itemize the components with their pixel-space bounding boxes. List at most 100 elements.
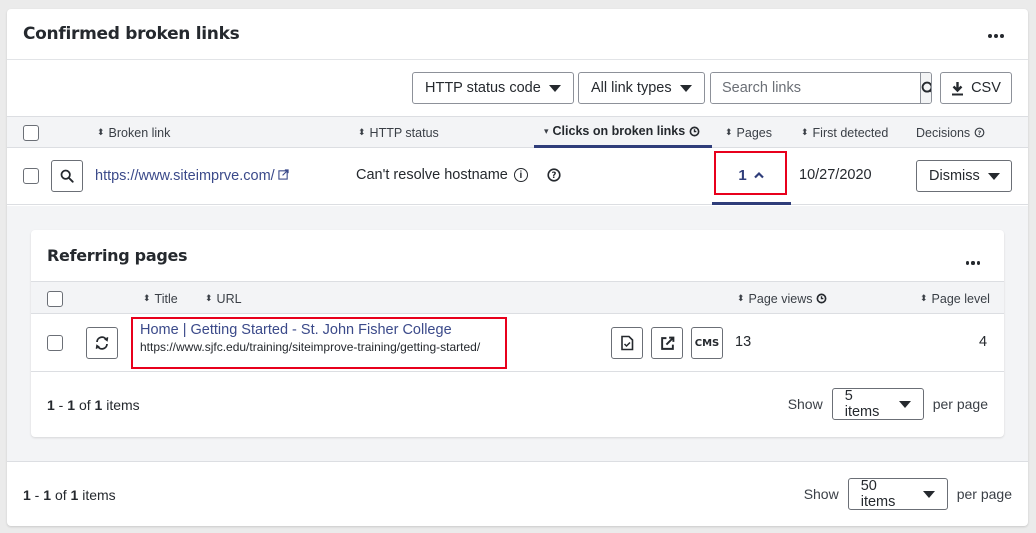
- sort-icon: ⬍: [97, 127, 105, 137]
- svg-text:?: ?: [552, 171, 557, 181]
- expanded-row: Referring pages ⬍ Title ⬍ URL ⬍ Page views …: [7, 206, 1028, 462]
- sort-descending-icon: ▾: [544, 125, 549, 136]
- download-icon: [952, 81, 964, 95]
- show-label: Show: [787, 396, 823, 412]
- cms-button[interactable]: CMS: [691, 327, 723, 359]
- highlight-box: [131, 317, 507, 369]
- csv-label: CSV: [971, 80, 1001, 96]
- open-external-icon: [660, 336, 674, 350]
- search-box: [710, 72, 932, 104]
- column-label: Page level: [931, 291, 990, 306]
- help-icon[interactable]: ?: [547, 168, 561, 182]
- csv-download-button[interactable]: CSV: [940, 72, 1012, 104]
- open-page-button[interactable]: [651, 327, 683, 359]
- select-all-checkbox[interactable]: [23, 124, 39, 141]
- column-label: Page views: [748, 291, 813, 306]
- decision-dropdown[interactable]: Dismiss: [916, 160, 1012, 192]
- column-page-views[interactable]: ⬍ Page views: [737, 282, 827, 315]
- table-header: ⬍ Broken link ⬍ HTTP status ▾ Clicks on bro…: [7, 117, 1028, 148]
- column-title[interactable]: ⬍ Title: [143, 282, 178, 315]
- pager-summary: 1 - 1 of 1 items: [47, 397, 140, 413]
- ellipsis-icon[interactable]: [966, 258, 980, 268]
- main-pager: 1 - 1 of 1 items Show 50 items per page: [7, 462, 1028, 526]
- column-label: Broken link: [108, 125, 171, 140]
- column-label: First detected: [812, 125, 889, 140]
- column-label: URL: [216, 291, 242, 306]
- sort-icon: ⬍: [358, 127, 366, 137]
- info-icon[interactable]: i: [513, 168, 528, 182]
- highlight-box: [714, 151, 787, 195]
- broken-link-url[interactable]: https://www.siteimprve.com/: [95, 168, 275, 184]
- row-checkbox[interactable]: [47, 335, 63, 351]
- page-report-icon: [621, 335, 634, 351]
- per-page-value: 50 items: [860, 478, 896, 510]
- table-row: https://www.siteimprve.com/ Can't resolv…: [7, 148, 1028, 205]
- caret-down-icon: [548, 84, 561, 92]
- help-icon: ?: [974, 127, 985, 138]
- page-level-value: 4: [979, 334, 988, 350]
- caret-down-icon: [898, 400, 911, 408]
- search-button[interactable]: [920, 73, 931, 103]
- sort-icon: ⬍: [205, 293, 213, 303]
- column-label: Pages: [736, 125, 772, 140]
- external-link-icon[interactable]: [278, 168, 289, 180]
- card-title: Confirmed broken links: [23, 24, 240, 44]
- pager-summary: 1 - 1 of 1 items: [23, 487, 116, 503]
- per-page-label: per page: [956, 486, 1012, 502]
- sort-icon: ⬍: [737, 293, 745, 303]
- column-http-status[interactable]: ⬍ HTTP status: [358, 117, 439, 148]
- referring-table-header: ⬍ Title ⬍ URL ⬍ Page views ⬍ Page level: [31, 281, 1004, 314]
- search-input[interactable]: [711, 73, 920, 103]
- search-icon: [60, 169, 74, 183]
- per-page-value: 5 items: [844, 388, 880, 420]
- column-url[interactable]: ⬍ URL: [205, 282, 242, 315]
- broken-links-card: Confirmed broken links HTTP status code …: [7, 9, 1028, 526]
- caret-down-icon: [987, 172, 1000, 180]
- http-status-filter[interactable]: HTTP status code: [412, 72, 574, 104]
- column-label: Clicks on broken links: [552, 124, 686, 138]
- column-pages[interactable]: ⬍ Pages: [725, 117, 772, 148]
- referring-pages-card: Referring pages ⬍ Title ⬍ URL ⬍ Page views …: [31, 230, 1004, 437]
- recheck-button[interactable]: [86, 327, 118, 359]
- column-first-detected[interactable]: ⬍ First detected: [801, 117, 888, 148]
- cms-label: CMS: [694, 337, 720, 349]
- first-detected-value: 10/27/2020: [799, 167, 872, 183]
- link-types-filter[interactable]: All link types: [578, 72, 705, 104]
- per-page-dropdown[interactable]: 5 items: [831, 388, 924, 420]
- column-label: Decisions: [916, 125, 971, 140]
- row-checkbox[interactable]: [23, 168, 39, 184]
- history-icon: [689, 126, 700, 136]
- column-broken-link[interactable]: ⬍ Broken link: [97, 117, 170, 148]
- toolbar: HTTP status code All link types CSV: [7, 60, 1028, 117]
- caret-down-icon: [679, 84, 692, 92]
- decision-value: Dismiss: [929, 168, 980, 184]
- select-all-checkbox[interactable]: [47, 290, 63, 307]
- per-page-dropdown[interactable]: 50 items: [847, 478, 948, 510]
- http-status-filter-label: HTTP status code: [425, 80, 541, 96]
- ellipsis-icon[interactable]: [988, 31, 1004, 41]
- column-page-level[interactable]: ⬍ Page level: [920, 282, 990, 315]
- inspect-link-button[interactable]: [51, 160, 83, 192]
- column-label: Title: [154, 291, 178, 306]
- sort-icon: ⬍: [801, 127, 809, 137]
- sort-icon: ⬍: [143, 293, 151, 303]
- column-clicks[interactable]: ▾ Clicks on broken links: [534, 117, 712, 148]
- card-header: Confirmed broken links: [7, 9, 1028, 60]
- caret-down-icon: [922, 490, 935, 498]
- referring-pager: 1 - 1 of 1 items Show 5 items per page: [31, 372, 1004, 436]
- referring-title: Referring pages: [47, 246, 188, 265]
- history-icon: [817, 293, 827, 304]
- sort-icon: ⬍: [920, 293, 928, 303]
- referring-row: Home | Getting Started - St. John Fisher…: [31, 314, 1004, 372]
- sort-icon: ⬍: [725, 127, 733, 137]
- page-report-button[interactable]: [611, 327, 643, 359]
- search-icon: [921, 81, 931, 93]
- page-views-value: 13: [735, 334, 752, 350]
- column-label: HTTP status: [369, 125, 439, 140]
- link-types-filter-label: All link types: [591, 80, 672, 96]
- show-label: Show: [803, 486, 839, 502]
- http-status-value: Can't resolve hostname: [356, 167, 508, 183]
- refresh-icon: [95, 336, 109, 350]
- referring-header: Referring pages: [31, 230, 1004, 281]
- svg-text:?: ?: [978, 129, 982, 137]
